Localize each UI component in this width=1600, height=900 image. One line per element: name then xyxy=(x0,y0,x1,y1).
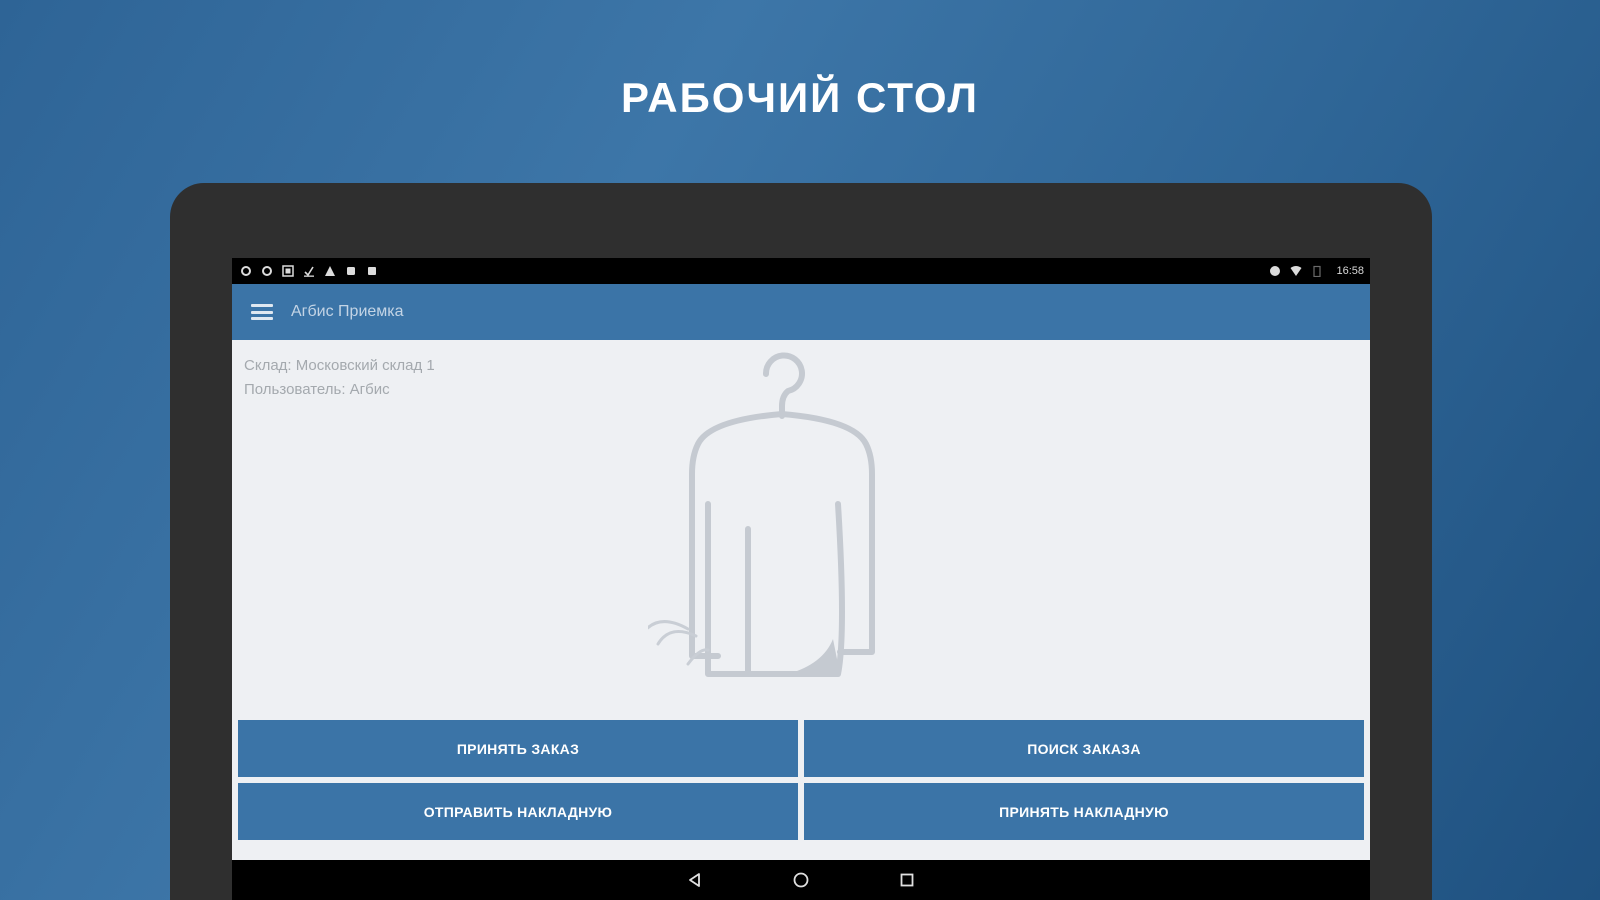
action-buttons-grid: ПРИНЯТЬ ЗАКАЗ ПОИСК ЗАКАЗА ОТПРАВИТЬ НАК… xyxy=(238,720,1364,840)
settings-icon xyxy=(261,265,273,277)
status-bar: 16:58 xyxy=(232,258,1370,284)
status-time: 16:58 xyxy=(1336,265,1364,277)
home-icon[interactable] xyxy=(790,869,812,891)
recent-apps-icon[interactable] xyxy=(896,869,918,891)
tablet-frame: 16:58 Агбис Приемка Склад: Московский ск… xyxy=(170,183,1432,900)
status-bar-system: 16:58 xyxy=(1269,265,1364,277)
square-icon xyxy=(345,265,357,277)
wifi-icon xyxy=(1290,265,1302,277)
garment-hanger-icon xyxy=(648,352,875,677)
promo-stage: РАБОЧИЙ СТОЛ 16:58 Агбис Приемка Склад: … xyxy=(0,0,1600,900)
alarm-icon xyxy=(1269,265,1281,277)
settings-icon xyxy=(240,265,252,277)
app-bar: Агбис Приемка xyxy=(232,284,1370,340)
warehouse-label: Склад: Московский склад 1 xyxy=(244,357,435,374)
accept-invoice-button[interactable]: ПРИНЯТЬ НАКЛАДНУЮ xyxy=(804,783,1364,840)
user-label: Пользователь: Агбис xyxy=(244,381,390,398)
hamburger-menu-icon[interactable] xyxy=(251,304,273,320)
search-order-button[interactable]: ПОИСК ЗАКАЗА xyxy=(804,720,1364,777)
tablet-screen: 16:58 Агбис Приемка Склад: Московский ск… xyxy=(232,258,1370,900)
warning-icon xyxy=(324,265,336,277)
send-invoice-button[interactable]: ОТПРАВИТЬ НАКЛАДНУЮ xyxy=(238,783,798,840)
accept-order-button[interactable]: ПРИНЯТЬ ЗАКАЗ xyxy=(238,720,798,777)
image-icon xyxy=(282,265,294,277)
square-icon xyxy=(366,265,378,277)
status-bar-notifications xyxy=(240,265,378,277)
download-icon xyxy=(303,265,315,277)
battery-icon xyxy=(1311,265,1323,277)
back-icon[interactable] xyxy=(684,869,706,891)
promo-headline: РАБОЧИЙ СТОЛ xyxy=(620,74,980,121)
navigation-bar xyxy=(232,860,1370,900)
app-title: Агбис Приемка xyxy=(291,303,404,320)
session-info: Склад: Московский склад 1 Пользователь: … xyxy=(244,354,435,402)
